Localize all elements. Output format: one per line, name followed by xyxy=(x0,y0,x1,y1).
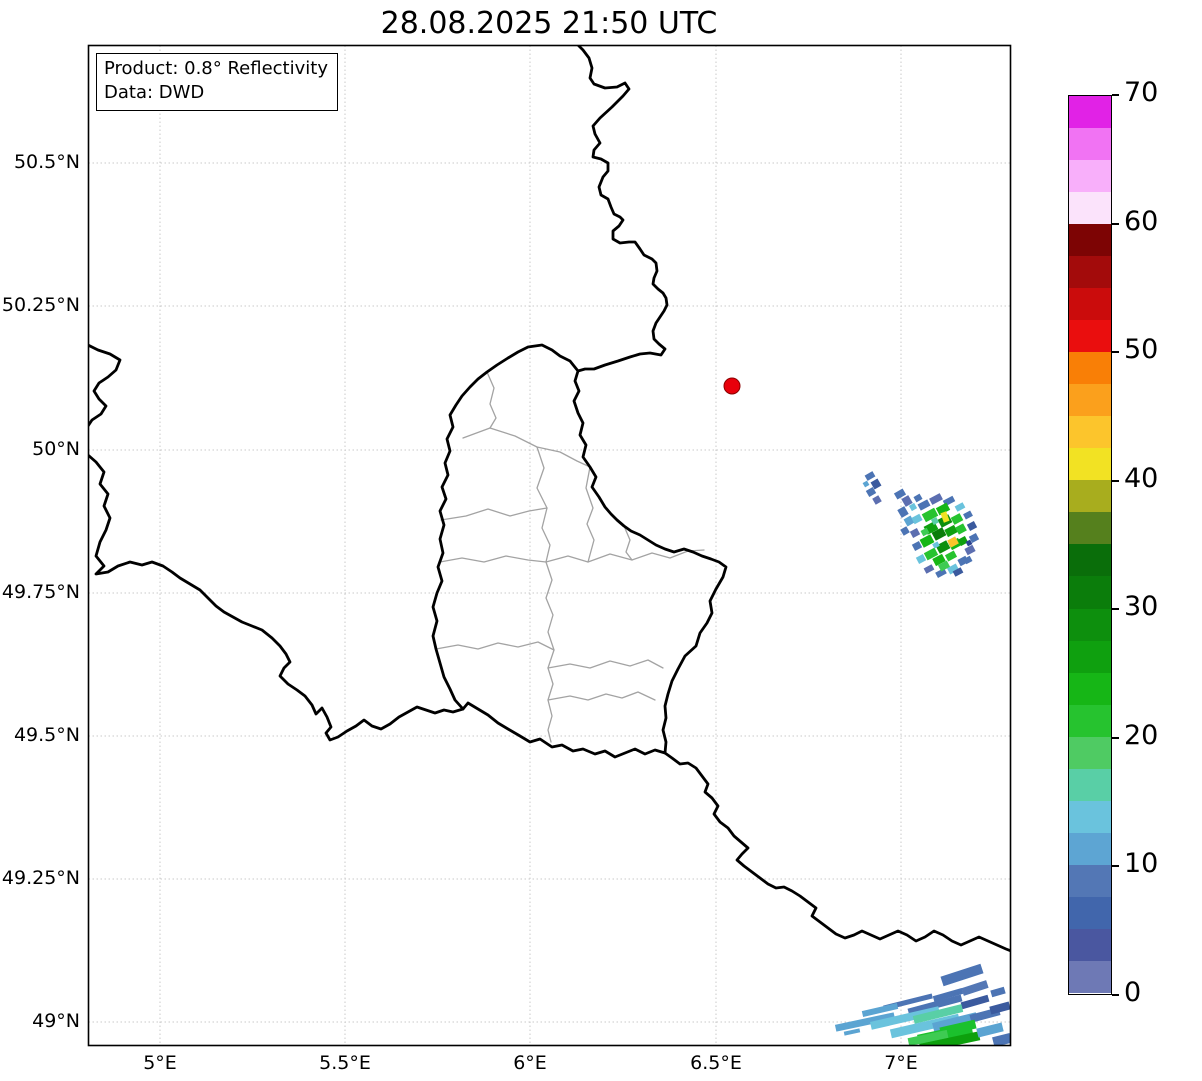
radar-echo-pixel xyxy=(960,994,990,1010)
map-layers xyxy=(88,45,1011,1046)
colorbar-segment xyxy=(1069,928,1111,961)
y-tick-label: 50.25°N xyxy=(1,294,80,316)
admin-borders xyxy=(435,371,705,743)
radar-echo-pixel xyxy=(923,564,935,574)
colorbar-segment xyxy=(1069,416,1111,449)
x-tick-label: 7°E xyxy=(884,1052,918,1074)
radar-echo-pixel xyxy=(955,523,967,535)
colorbar-segment xyxy=(1069,288,1111,321)
colorbar-tick-label: 70 xyxy=(1124,77,1159,108)
y-tick-label: 50.5°N xyxy=(13,151,80,173)
radar-echo-pixel xyxy=(964,544,976,556)
colorbar-segment xyxy=(1069,896,1111,929)
radar-echo-pixel xyxy=(963,510,973,520)
radar-echo-pixel xyxy=(911,541,923,551)
colorbar-segment xyxy=(1069,736,1111,769)
y-tick-label: 49.5°N xyxy=(13,724,80,746)
radar-echo-pixel xyxy=(862,480,870,488)
radar-echo-pixel xyxy=(954,502,966,512)
radar-figure: 28.08.2025 21:50 UTC Product: 0.8° Refle… xyxy=(0,0,1202,1081)
colorbar-segment xyxy=(1069,384,1111,417)
data-source-line: Data: DWD xyxy=(104,81,205,103)
y-tick-label: 49.25°N xyxy=(1,867,80,889)
colorbar-segment xyxy=(1069,864,1111,897)
colorbar-segment xyxy=(1069,448,1111,481)
x-tick-label: 6.5°E xyxy=(690,1052,742,1074)
colorbar-segment xyxy=(1069,608,1111,641)
colorbar-tick-mark xyxy=(1112,222,1119,225)
radar-site-marker xyxy=(723,377,741,395)
radar-echo-pixel xyxy=(961,980,989,996)
colorbar-segment xyxy=(1069,224,1111,257)
colorbar-tick-mark xyxy=(1112,94,1119,96)
x-tick-label: 5°E xyxy=(143,1052,177,1074)
colorbar-segment xyxy=(1069,512,1111,545)
colorbar-segment xyxy=(1069,704,1111,737)
colorbar-segment xyxy=(1069,128,1111,161)
x-tick-label: 5.5°E xyxy=(319,1052,371,1074)
radar-echo-pixel xyxy=(940,963,984,987)
radar-echo-pixel xyxy=(900,526,910,536)
radar-echo-pixel xyxy=(915,554,927,564)
colorbar-segment xyxy=(1069,960,1111,993)
colorbar-segment xyxy=(1069,352,1111,385)
colorbar-segment xyxy=(1069,192,1111,225)
colorbar-tick-label: 40 xyxy=(1124,462,1159,494)
country-borders xyxy=(88,45,1011,953)
y-tick-label: 50°N xyxy=(32,438,80,460)
y-tick-label: 49.75°N xyxy=(1,581,80,603)
radar-echo-pixel xyxy=(872,495,882,505)
radar-echo-pixel xyxy=(864,471,876,481)
colorbar-segment xyxy=(1069,256,1111,289)
radar-echo-pixel xyxy=(909,528,921,538)
colorbar-tick-label: 10 xyxy=(1124,848,1159,880)
map-canvas xyxy=(87,44,1012,1047)
colorbar-segment xyxy=(1069,480,1111,513)
colorbar-tick-label: 50 xyxy=(1124,334,1159,366)
colorbar-segment xyxy=(1069,672,1111,705)
radar-echo-pixel xyxy=(989,1001,1011,1015)
radar-echo-pixel xyxy=(966,521,978,531)
colorbar-tick-mark xyxy=(1112,865,1119,868)
colorbar-segment xyxy=(1069,544,1111,577)
radar-echo-pixel xyxy=(897,506,909,518)
radar-echo-pixel xyxy=(950,513,964,525)
x-tick-label: 6°E xyxy=(513,1052,547,1074)
radar-echo-pixel xyxy=(944,550,958,562)
radar-echo-pixel xyxy=(903,515,915,527)
radar-echo-pixel xyxy=(976,1022,1004,1038)
y-tick-label: 49°N xyxy=(32,1010,80,1032)
colorbar xyxy=(1068,95,1112,995)
colorbar-segment xyxy=(1069,640,1111,673)
colorbar-segment xyxy=(1069,576,1111,609)
colorbar-tick-label: 0 xyxy=(1124,977,1142,1008)
colorbar-segment xyxy=(1069,832,1111,865)
product-info-box: Product: 0.8° Reflectivity Data: DWD xyxy=(96,53,338,111)
radar-echo-pixel xyxy=(917,499,931,511)
radar-echo-pixel xyxy=(913,493,923,503)
colorbar-tick-mark xyxy=(1112,608,1119,611)
colorbar-tick-label: 60 xyxy=(1124,205,1159,237)
colorbar-segment xyxy=(1069,96,1111,129)
colorbar-segment xyxy=(1069,160,1111,193)
colorbar-tick-mark xyxy=(1112,479,1119,482)
colorbar-segment xyxy=(1069,800,1111,833)
radar-echo-pixel xyxy=(919,534,935,548)
colorbar-tick-mark xyxy=(1112,351,1119,354)
colorbar-segment xyxy=(1069,320,1111,353)
colorbar-tick-mark xyxy=(1112,736,1119,739)
radar-echo-pixel xyxy=(990,986,1006,998)
radar-echo-pixel xyxy=(944,524,958,538)
colorbar-tick-label: 30 xyxy=(1124,591,1159,623)
colorbar-unit-label: dBZ xyxy=(1195,515,1202,570)
colorbar-segment xyxy=(1069,768,1111,801)
radar-echo-pixel xyxy=(929,493,943,505)
product-line: Product: 0.8° Reflectivity xyxy=(104,58,328,79)
radar-echoes xyxy=(834,471,1011,1046)
colorbar-tick-label: 20 xyxy=(1124,719,1159,751)
colorbar-tick-mark xyxy=(1112,994,1119,996)
